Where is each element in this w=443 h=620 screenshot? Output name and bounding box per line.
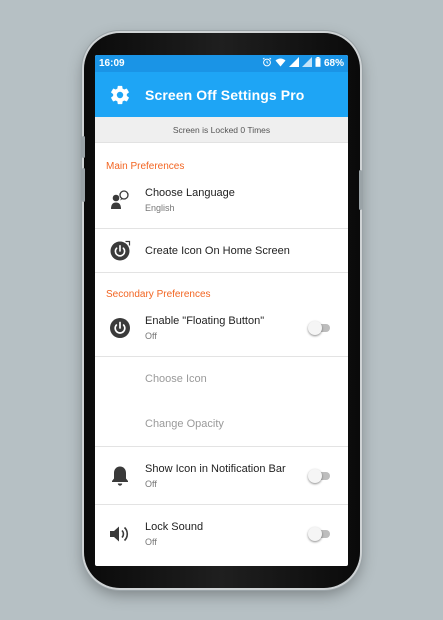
signal-icon [288,57,299,70]
floating-button-toggle[interactable] [308,321,330,335]
toggle-thumb [308,468,322,483]
status-time: 16:09 [99,58,125,69]
choose-language-title: Choose Language [145,187,235,199]
speaker-icon [95,524,145,544]
lock-count-banner: Screen is Locked 0 Times [95,117,348,143]
app-bar: Screen Off Settings Pro [95,72,348,117]
choose-icon-title: Choose Icon [145,373,207,385]
section-header-secondary: Secondary Preferences [106,289,211,300]
power-button-icon [95,317,145,339]
signal-icon-2 [301,57,312,70]
change-opacity-row[interactable]: Change Opacity [95,401,348,447]
choose-language-summary: English [145,203,175,213]
app-title: Screen Off Settings Pro [145,86,305,103]
phone-side-button [82,136,85,158]
battery-icon [315,57,321,70]
bell-icon [95,465,145,487]
floating-button-row[interactable]: Enable "Floating Button" Off [95,300,348,357]
section-header-main: Main Preferences [106,161,185,172]
toggle-thumb [308,527,322,541]
battery-percent: 68% [323,58,344,69]
status-bar: 16:09 68% [95,55,348,72]
phone-power-button [359,170,362,210]
lock-sound-toggle[interactable] [308,527,330,541]
notification-icon-toggle[interactable] [308,468,330,483]
language-speaker-icon [95,190,145,210]
choose-language-row[interactable]: Choose Language English [95,172,348,229]
create-home-icon-row[interactable]: Create Icon On Home Screen [95,229,348,273]
create-home-icon-title: Create Icon On Home Screen [145,244,290,257]
app-screen: 16:09 68% Screen Off Settings Pro Screen… [95,55,348,566]
toggle-thumb [308,321,322,335]
notification-icon-row[interactable]: Show Icon in Notification Bar Off [95,447,348,505]
settings-gear-icon[interactable] [95,84,145,106]
power-shortcut-icon [95,240,145,262]
phone-volume-button [82,168,85,202]
alarm-icon [262,57,272,70]
change-opacity-title: Change Opacity [145,417,224,430]
choose-icon-row[interactable]: Choose Icon [95,357,348,401]
lock-sound-row[interactable]: Lock Sound Off [95,505,348,563]
wifi-icon [275,57,286,70]
